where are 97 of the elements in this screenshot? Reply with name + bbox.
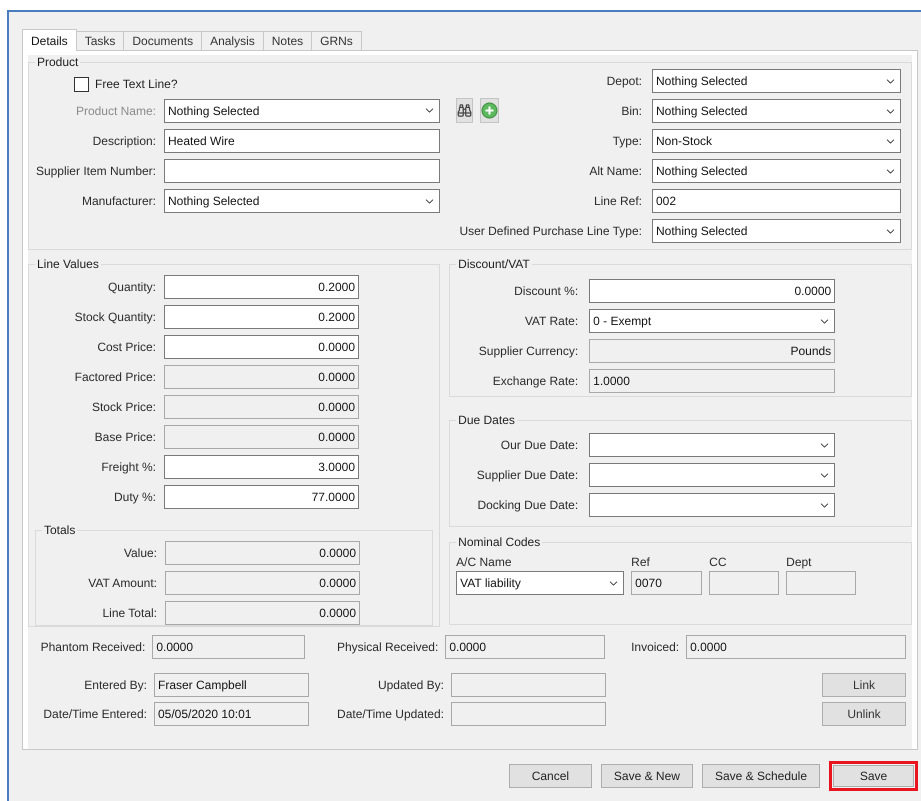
- field-label: Supplier Currency:: [478, 344, 578, 358]
- field-label: Updated By:: [376, 678, 444, 692]
- field-label: Stock Price:: [92, 400, 156, 414]
- column-header: CC: [709, 555, 728, 569]
- text-field[interactable]: 0.0000: [152, 635, 306, 659]
- tab[interactable]: GRNs: [311, 31, 362, 50]
- dialog-button[interactable]: Save: [829, 761, 918, 791]
- field-label: Our Due Date:: [500, 438, 578, 452]
- text-field[interactable]: 77.0000: [164, 485, 359, 509]
- field-label: Invoiced:: [630, 640, 680, 654]
- text-field[interactable]: 0.0000: [164, 425, 359, 449]
- field-label: Factored Price:: [74, 370, 156, 384]
- binoculars-icon: [457, 103, 472, 118]
- add-button[interactable]: [480, 98, 499, 123]
- tab[interactable]: Analysis: [201, 31, 264, 50]
- field-label: Bin:: [621, 104, 642, 118]
- text-field[interactable]: 0.0000: [165, 601, 360, 625]
- text-field[interactable]: 0.0000: [589, 279, 836, 303]
- field-label: Supplier Due Date:: [476, 468, 578, 482]
- plus-circle-icon: [481, 102, 498, 119]
- dropdown[interactable]: Non-Stock: [652, 129, 901, 153]
- field-label: Type:: [612, 134, 642, 148]
- text-field[interactable]: [709, 571, 780, 595]
- field-label: Phantom Received:: [40, 640, 146, 654]
- text-field[interactable]: 0.0000: [686, 635, 906, 659]
- group-title: Nominal Codes: [457, 535, 542, 549]
- field-label: Date/Time Updated:: [336, 707, 444, 721]
- text-field[interactable]: [786, 571, 856, 595]
- field-label: Base Price:: [94, 430, 156, 444]
- field-label: Depot:: [606, 74, 642, 88]
- checkbox[interactable]: Free Text Line?: [74, 74, 455, 94]
- dialog-button[interactable]: Save & New: [600, 764, 693, 788]
- search-button[interactable]: [456, 98, 473, 123]
- text-field[interactable]: 0.0000: [164, 395, 359, 419]
- text-field[interactable]: 3.0000: [164, 455, 359, 479]
- text-field[interactable]: 0070: [631, 571, 702, 595]
- dropdown[interactable]: Nothing Selected: [164, 189, 440, 213]
- field-label: Quantity:: [108, 280, 156, 294]
- field-label: Exchange Rate:: [492, 374, 578, 388]
- text-field[interactable]: 0.0000: [165, 571, 360, 595]
- action-button[interactable]: Unlink: [822, 702, 906, 726]
- dropdown[interactable]: VAT liability: [456, 571, 624, 595]
- column-header: Dept: [786, 555, 813, 569]
- field-label: Stock Quantity:: [74, 310, 156, 324]
- dropdown[interactable]: Nothing Selected: [652, 159, 901, 183]
- text-field[interactable]: 0.0000: [445, 635, 606, 659]
- group-title: Discount/VAT: [457, 257, 531, 271]
- field-label: Supplier Item Number:: [36, 164, 156, 178]
- text-field[interactable]: 0.0000: [164, 335, 359, 359]
- field-label: User Defined Purchase Line Type:: [459, 224, 642, 238]
- field-label: Cost Price:: [97, 340, 156, 354]
- text-field[interactable]: 05/05/2020 10:01: [154, 702, 309, 726]
- group-title: Due Dates: [457, 413, 516, 427]
- dropdown[interactable]: [589, 433, 836, 457]
- dropdown[interactable]: 0 - Exempt: [589, 309, 836, 333]
- field-label: Freight %:: [101, 460, 156, 474]
- dropdown[interactable]: [589, 463, 836, 487]
- column-header: A/C Name: [456, 555, 513, 569]
- tab[interactable]: Details: [22, 29, 77, 51]
- dropdown[interactable]: Nothing Selected: [652, 219, 901, 243]
- field-label: Alt Name:: [589, 164, 642, 178]
- dropdown[interactable]: Nothing Selected: [652, 99, 901, 123]
- text-field[interactable]: Fraser Campbell: [154, 673, 309, 697]
- text-field[interactable]: 0.0000: [165, 541, 360, 565]
- column-header: Ref: [631, 555, 651, 569]
- field-label: VAT Amount:: [88, 576, 157, 590]
- text-field[interactable]: Heated Wire: [164, 129, 440, 153]
- dialog-button[interactable]: Cancel: [508, 764, 592, 788]
- field-label: Value:: [124, 546, 157, 560]
- text-field[interactable]: [451, 702, 606, 726]
- dropdown[interactable]: Nothing Selected: [652, 69, 901, 93]
- field-label: Duty %:: [114, 490, 156, 504]
- field-label: Product Name:: [76, 104, 156, 118]
- dialog-button[interactable]: Save & Schedule: [702, 764, 820, 788]
- text-field[interactable]: 002: [652, 189, 901, 213]
- action-button[interactable]: Link: [822, 673, 906, 697]
- field-label: Manufacturer:: [82, 194, 156, 208]
- text-field[interactable]: [451, 673, 606, 697]
- field-label: Entered By:: [83, 678, 147, 692]
- field-label: Physical Received:: [336, 640, 438, 654]
- field-label: Discount %:: [514, 284, 578, 298]
- text-field[interactable]: 0.0000: [164, 365, 359, 389]
- text-field[interactable]: 0.2000: [164, 305, 359, 329]
- field-label: VAT Rate:: [524, 314, 578, 328]
- text-field[interactable]: Pounds: [589, 339, 836, 363]
- field-label: Line Ref:: [594, 194, 642, 208]
- field-label: Docking Due Date:: [477, 498, 578, 512]
- group-title: Line Values: [36, 257, 100, 271]
- dropdown[interactable]: [589, 493, 836, 517]
- group-title: Product: [36, 55, 80, 69]
- field-label: Line Total:: [102, 606, 157, 620]
- field-label: Date/Time Entered:: [42, 707, 147, 721]
- text-field[interactable]: 1.0000: [589, 369, 836, 393]
- text-field[interactable]: [164, 159, 440, 183]
- group-title: Totals: [43, 523, 76, 537]
- text-field[interactable]: 0.2000: [164, 275, 359, 299]
- field-label: Description:: [92, 134, 156, 148]
